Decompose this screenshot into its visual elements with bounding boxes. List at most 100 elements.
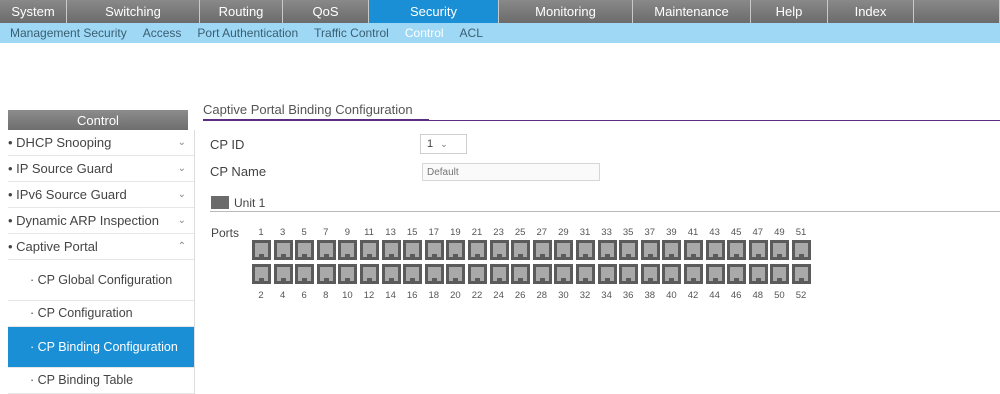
port-icon[interactable] bbox=[511, 264, 531, 284]
chevron-down-icon: ⌄ bbox=[177, 189, 186, 200]
nav-tab-maintenance[interactable]: Maintenance bbox=[633, 0, 751, 23]
port-icon[interactable] bbox=[727, 240, 747, 260]
cp-name-label: CP Name bbox=[210, 164, 267, 179]
port-icon[interactable] bbox=[446, 264, 466, 284]
nav-tab-switching[interactable]: Switching bbox=[67, 0, 200, 23]
port-icon[interactable] bbox=[597, 240, 617, 260]
port-icon[interactable] bbox=[489, 264, 509, 284]
subnav-item-control[interactable]: Control bbox=[405, 26, 444, 40]
port-icon[interactable] bbox=[338, 240, 358, 260]
sidebar-item-label: • IPv6 Source Guard bbox=[8, 187, 127, 202]
port-icon[interactable] bbox=[446, 240, 466, 260]
port-icon[interactable] bbox=[748, 240, 768, 260]
port-number-top: 39 bbox=[666, 227, 677, 238]
subnav-item-management-security[interactable]: Management Security bbox=[10, 26, 127, 40]
port-icon[interactable] bbox=[532, 264, 552, 284]
chevron-down-icon: ⌄ bbox=[177, 137, 186, 148]
subnav-item-traffic-control[interactable]: Traffic Control bbox=[314, 26, 389, 40]
port-icon[interactable] bbox=[403, 264, 423, 284]
subnav-item-acl[interactable]: ACL bbox=[460, 26, 483, 40]
port-number-top: 7 bbox=[323, 227, 329, 238]
port-icon[interactable] bbox=[597, 264, 617, 284]
port-icon[interactable] bbox=[489, 240, 509, 260]
sidebar-item-ipv6-source-guard[interactable]: • IPv6 Source Guard ⌄ bbox=[8, 182, 194, 208]
port-icon[interactable] bbox=[640, 264, 660, 284]
nav-tab-routing[interactable]: Routing bbox=[200, 0, 283, 23]
sidebar-item-cp-binding-table[interactable]: · CP Binding Table bbox=[8, 368, 194, 394]
port-icon[interactable] bbox=[770, 264, 790, 284]
cp-name-field[interactable] bbox=[422, 163, 600, 181]
port-icon[interactable] bbox=[273, 264, 293, 284]
port-icon[interactable] bbox=[792, 240, 811, 260]
port-icon[interactable] bbox=[295, 264, 315, 284]
port-icon[interactable] bbox=[619, 264, 639, 284]
port-number-bottom: 36 bbox=[622, 290, 634, 301]
port-number-top: 47 bbox=[752, 227, 764, 238]
nav-tab-monitoring[interactable]: Monitoring bbox=[499, 0, 633, 23]
port-icon[interactable] bbox=[792, 264, 811, 284]
port-icon[interactable] bbox=[748, 264, 768, 284]
cp-id-label: CP ID bbox=[210, 137, 245, 152]
port-icon[interactable] bbox=[554, 240, 574, 260]
cp-id-select[interactable]: 1 ⌄ bbox=[420, 134, 467, 154]
port-icon[interactable] bbox=[424, 240, 444, 260]
port-number-bottom: 44 bbox=[709, 290, 720, 301]
sidebar-item-cp-global-configuration[interactable]: · CP Global Configuration bbox=[8, 260, 194, 301]
port-number-bottom: 10 bbox=[342, 290, 353, 301]
sidebar-item-ip-source-guard[interactable]: • IP Source Guard ⌄ bbox=[8, 156, 194, 182]
port-icon[interactable] bbox=[295, 240, 315, 260]
port-icon[interactable] bbox=[316, 264, 336, 284]
port-icon[interactable] bbox=[684, 264, 703, 284]
port-icon[interactable] bbox=[705, 264, 725, 284]
port-number-top: 23 bbox=[493, 227, 504, 238]
port-icon[interactable] bbox=[576, 264, 595, 284]
port-icon[interactable] bbox=[338, 264, 358, 284]
subnav-item-access[interactable]: Access bbox=[143, 26, 182, 40]
nav-tab-system[interactable]: System bbox=[0, 0, 67, 23]
port-icon[interactable] bbox=[360, 264, 379, 284]
port-icon[interactable] bbox=[684, 240, 703, 260]
port-icon[interactable] bbox=[403, 240, 423, 260]
sidebar-item-cp-configuration[interactable]: · CP Configuration bbox=[8, 301, 194, 327]
sidebar-item-cp-binding-configuration[interactable]: · CP Binding Configuration bbox=[8, 327, 194, 368]
sidebar-item-captive-portal[interactable]: • Captive Portal ⌃ bbox=[8, 234, 194, 260]
sidebar-item-label: • IP Source Guard bbox=[8, 161, 113, 176]
port-icon[interactable] bbox=[381, 240, 401, 260]
nav-tab-help[interactable]: Help bbox=[751, 0, 828, 23]
unit-label: Unit 1 bbox=[234, 196, 266, 210]
chevron-down-icon: ⌄ bbox=[177, 163, 186, 174]
port-icon[interactable] bbox=[360, 240, 379, 260]
port-icon[interactable] bbox=[662, 264, 682, 284]
port-icon[interactable] bbox=[662, 240, 682, 260]
port-icon[interactable] bbox=[316, 240, 336, 260]
port-icon[interactable] bbox=[424, 264, 444, 284]
nav-tab-qos[interactable]: QoS bbox=[283, 0, 369, 23]
sidebar-item-dhcp-snooping[interactable]: • DHCP Snooping ⌄ bbox=[8, 130, 194, 156]
port-icon[interactable] bbox=[381, 264, 401, 284]
subnav-item-port-authentication[interactable]: Port Authentication bbox=[197, 26, 298, 40]
port-icon[interactable] bbox=[468, 264, 487, 284]
port-icon[interactable] bbox=[554, 264, 574, 284]
port-icon[interactable] bbox=[576, 240, 595, 260]
port-icon[interactable] bbox=[619, 240, 639, 260]
port-icon[interactable] bbox=[640, 240, 660, 260]
port-number-top: 13 bbox=[385, 227, 396, 238]
port-number-bottom: 4 bbox=[279, 290, 286, 301]
port-icon[interactable] bbox=[252, 264, 271, 284]
port-icon[interactable] bbox=[468, 240, 487, 260]
port-number-bottom: 38 bbox=[644, 290, 656, 301]
title-underline bbox=[203, 119, 429, 121]
port-number-bottom: 14 bbox=[385, 290, 396, 301]
port-number-top: 29 bbox=[558, 227, 569, 238]
port-icon[interactable] bbox=[705, 240, 725, 260]
port-icon[interactable] bbox=[252, 240, 271, 260]
port-icon[interactable] bbox=[273, 240, 293, 260]
nav-tab-index[interactable]: Index bbox=[828, 0, 914, 23]
port-number-top: 15 bbox=[406, 227, 418, 238]
nav-tab-security[interactable]: Security bbox=[369, 0, 499, 23]
port-icon[interactable] bbox=[727, 264, 747, 284]
port-icon[interactable] bbox=[511, 240, 531, 260]
port-icon[interactable] bbox=[532, 240, 552, 260]
port-icon[interactable] bbox=[770, 240, 790, 260]
sidebar-item-dynamic-arp-inspection[interactable]: • Dynamic ARP Inspection ⌄ bbox=[8, 208, 194, 234]
